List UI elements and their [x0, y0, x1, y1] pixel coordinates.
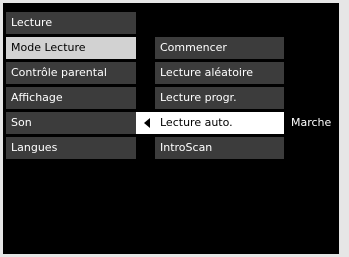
menu-item-langues[interactable]: Langues: [6, 137, 136, 159]
submenu-item-label: Lecture auto.: [160, 116, 233, 129]
menu-item-mode-lecture[interactable]: Mode Lecture: [6, 37, 136, 59]
submenu-item-lecture-auto[interactable]: Lecture auto.: [136, 112, 284, 134]
menu-item-lecture[interactable]: Lecture: [6, 12, 136, 34]
submenu-item-lecture-aleatoire[interactable]: Lecture aléatoire: [155, 62, 284, 84]
menu-item-controle-parental[interactable]: Contrôle parental: [6, 62, 136, 84]
submenu-item-lecture-progr[interactable]: Lecture progr.: [155, 87, 284, 109]
submenu-item-introscan[interactable]: IntroScan: [155, 137, 284, 159]
osd-screen: Lecture Mode Lecture Contrôle parental A…: [3, 3, 339, 254]
option-value: Marche: [291, 116, 332, 129]
submenu-item-commencer[interactable]: Commencer: [155, 37, 284, 59]
left-triangle-icon: [144, 118, 150, 128]
menu-item-affichage[interactable]: Affichage: [6, 87, 136, 109]
menu-item-son[interactable]: Son: [6, 112, 136, 134]
